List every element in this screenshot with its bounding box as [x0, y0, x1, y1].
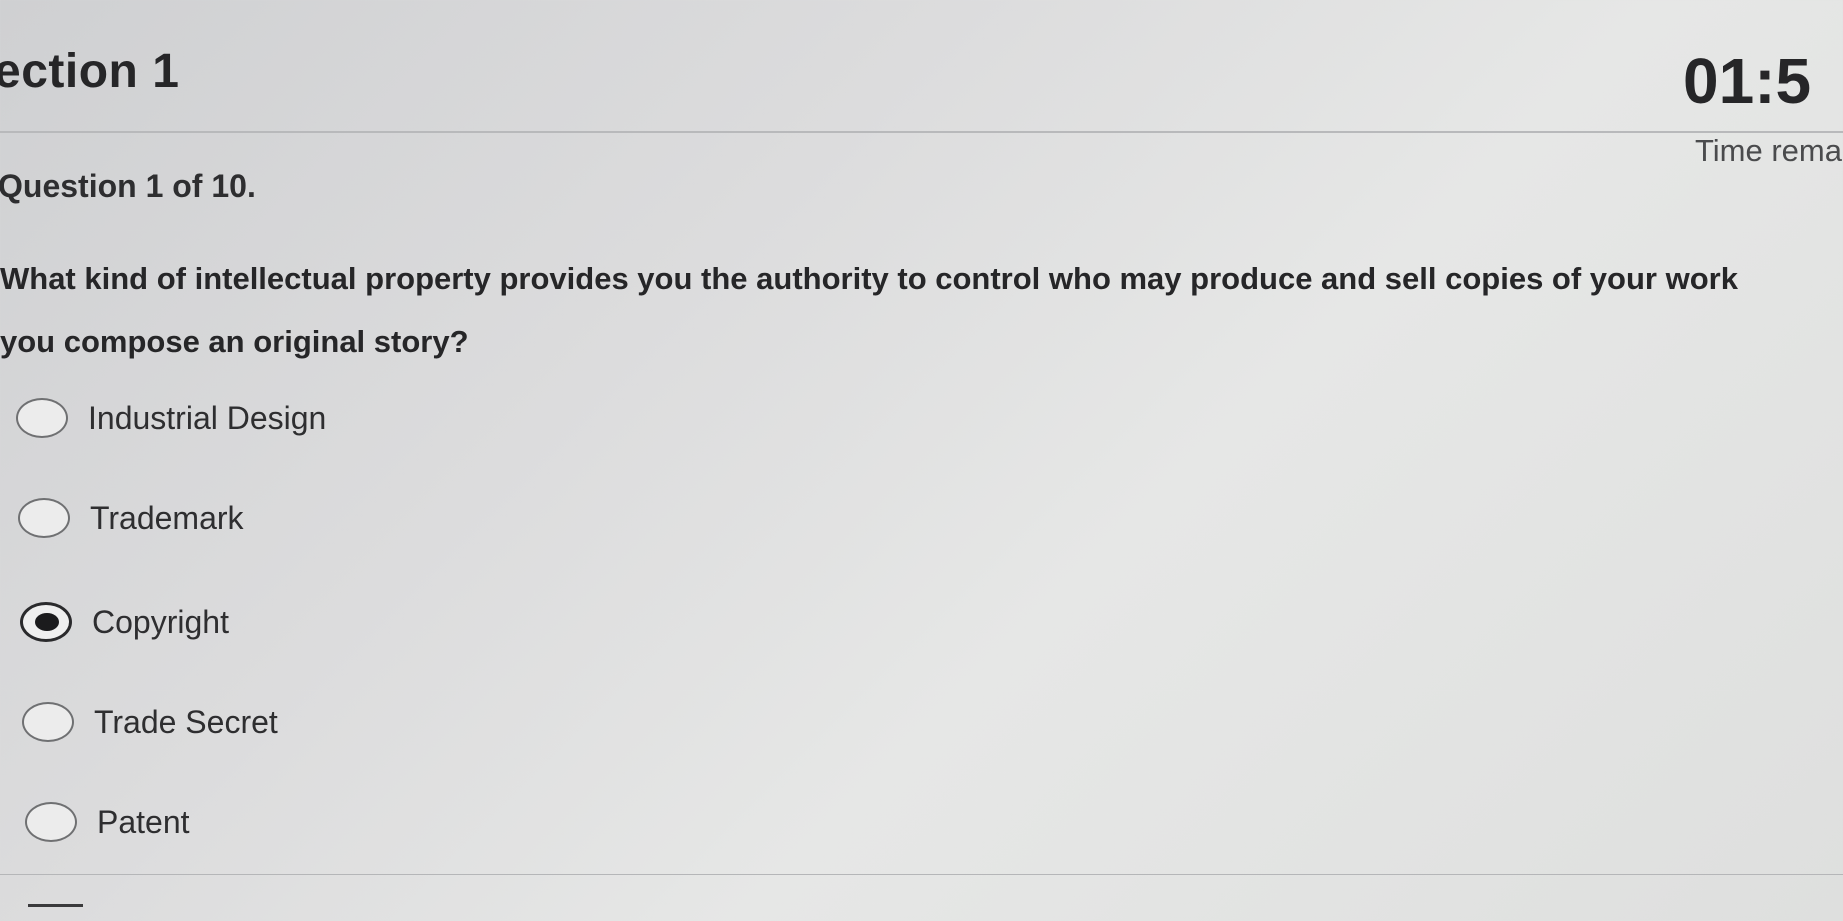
option-patent[interactable]: Patent — [25, 802, 190, 842]
footer-divider — [0, 874, 1843, 875]
radio-button-selected-icon[interactable] — [20, 602, 72, 642]
option-trade-secret[interactable]: Trade Secret — [22, 702, 278, 742]
option-industrial-design[interactable]: Industrial Design — [16, 398, 326, 438]
radio-button-icon[interactable] — [25, 802, 77, 842]
option-copyright[interactable]: Copyright — [20, 602, 229, 642]
option-label: Trade Secret — [94, 703, 278, 740]
option-trademark[interactable]: Trademark — [18, 498, 244, 538]
radio-button-icon[interactable] — [18, 498, 70, 538]
answer-options: Industrial Design Trademark Copyright Tr… — [0, 0, 1843, 921]
option-label: Industrial Design — [88, 399, 327, 436]
option-label: Patent — [97, 803, 190, 840]
radio-button-icon[interactable] — [16, 398, 68, 438]
footer-mark — [28, 904, 83, 907]
radio-button-icon[interactable] — [22, 702, 74, 742]
option-label: Copyright — [92, 603, 229, 640]
option-label: Trademark — [90, 499, 244, 536]
